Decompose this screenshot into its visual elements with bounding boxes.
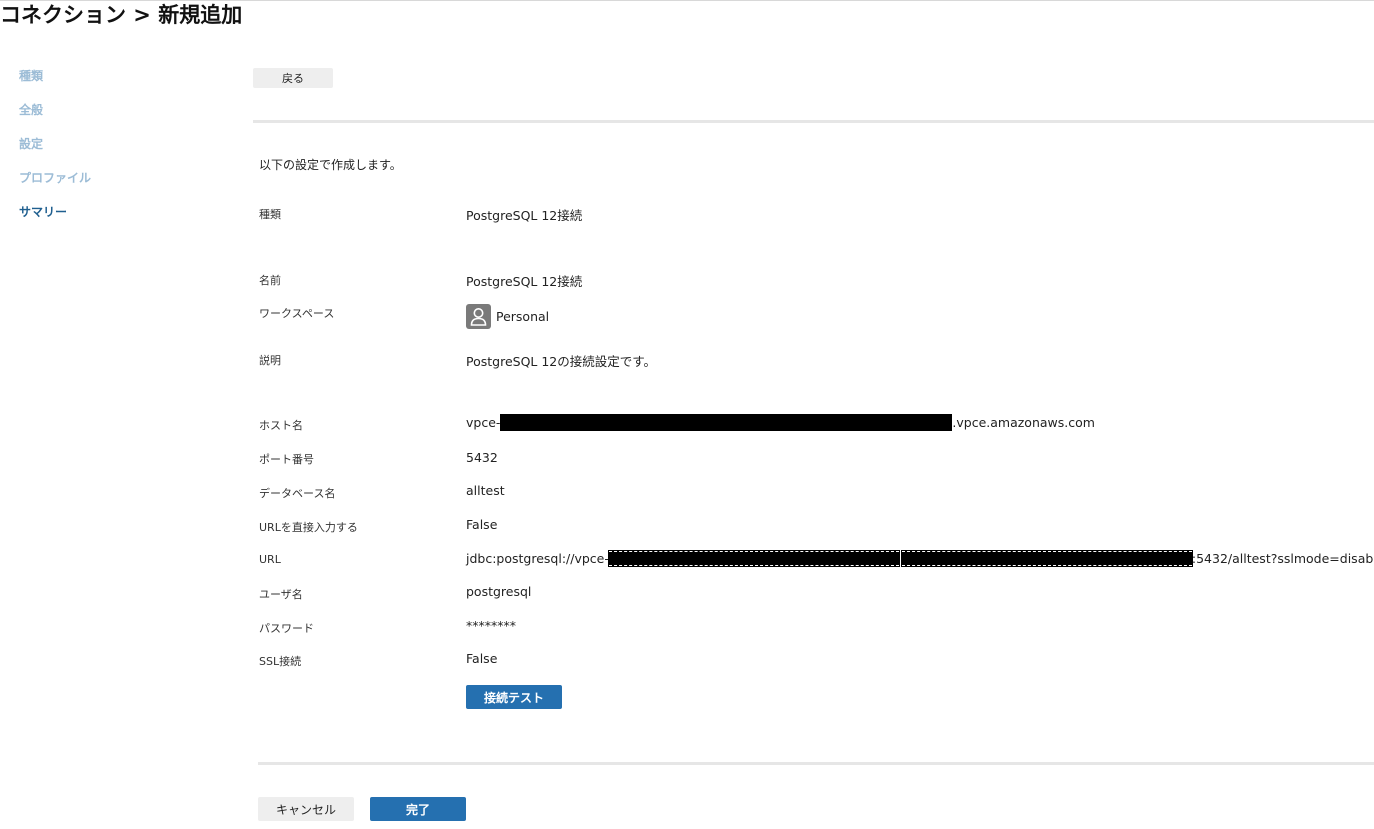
name-label: 名前: [259, 274, 281, 287]
ssl-value: False: [466, 651, 498, 666]
step-general[interactable]: 全般: [19, 100, 91, 134]
port-label: ポート番号: [259, 453, 314, 466]
host-value: vpce- .vpce.amazonaws.com: [466, 414, 1095, 431]
url-prefix: jdbc:postgresql://vpce-: [466, 551, 609, 566]
database-label: データベース名: [259, 487, 336, 500]
cancel-button[interactable]: キャンセル: [258, 797, 354, 821]
step-navigation: 種類 全般 設定 プロファイル サマリー: [19, 66, 91, 236]
user-value: postgresql: [466, 584, 532, 599]
url-suffix: :5432/alltest?sslmode=disable: [1191, 551, 1374, 566]
back-button[interactable]: 戻る: [253, 68, 333, 88]
port-value: 5432: [466, 450, 498, 465]
step-summary[interactable]: サマリー: [19, 202, 91, 236]
connection-test-button[interactable]: 接続テスト: [466, 685, 562, 709]
database-value: alltest: [466, 483, 505, 498]
url-direct-label: URLを直接入力する: [259, 521, 358, 534]
redacted-block: [900, 550, 1193, 567]
type-label: 種類: [259, 208, 281, 221]
section-divider-top: [253, 120, 1374, 123]
done-button[interactable]: 完了: [370, 797, 466, 821]
user-avatar-icon: [466, 304, 491, 329]
host-label: ホスト名: [259, 419, 303, 432]
user-label: ユーザ名: [259, 588, 303, 601]
url-value: jdbc:postgresql://vpce- :5432/alltest?ssl…: [466, 550, 1374, 567]
name-value: PostgreSQL 12接続: [466, 274, 583, 289]
password-label: パスワード: [259, 622, 314, 635]
workspace-name: Personal: [496, 309, 550, 324]
page-title: コネクション > 新規追加: [0, 3, 243, 27]
description-label: 説明: [259, 354, 281, 367]
section-divider-bottom: [258, 762, 1374, 765]
step-profile[interactable]: プロファイル: [19, 168, 91, 202]
ssl-label: SSL接続: [259, 655, 302, 668]
workspace-label: ワークスペース: [259, 307, 335, 320]
step-settings[interactable]: 設定: [19, 134, 91, 168]
password-value: ********: [466, 618, 516, 633]
redacted-block: [500, 414, 953, 431]
url-label: URL: [259, 553, 281, 566]
summary-intro: 以下の設定で作成します。: [259, 158, 402, 172]
workspace-value: Personal: [466, 304, 549, 329]
type-value: PostgreSQL 12接続: [466, 208, 583, 223]
host-prefix: vpce-: [466, 415, 501, 430]
redacted-block: [607, 550, 900, 567]
step-type[interactable]: 種類: [19, 66, 91, 100]
description-value: PostgreSQL 12の接続設定です。: [466, 354, 657, 369]
url-direct-value: False: [466, 517, 498, 532]
host-suffix: .vpce.amazonaws.com: [952, 415, 1095, 430]
